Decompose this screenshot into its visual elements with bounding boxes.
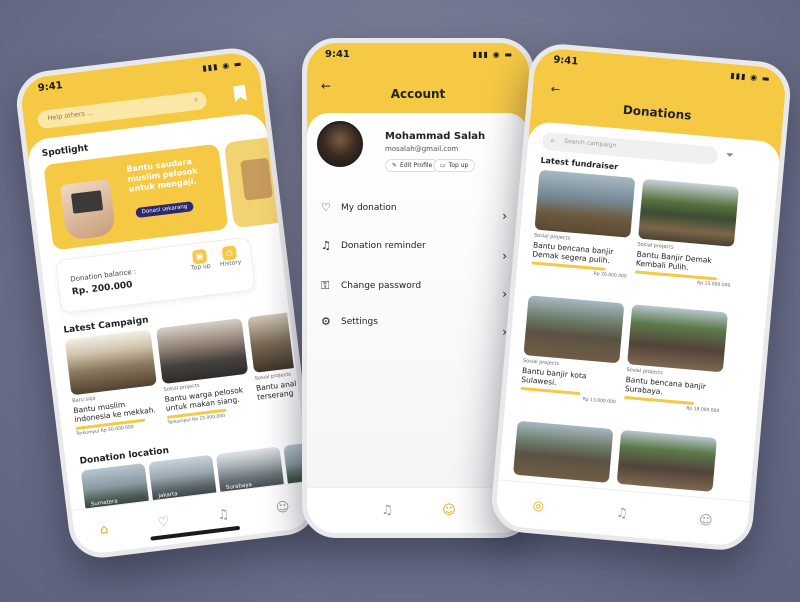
bell-icon[interactable]: ♫ bbox=[211, 503, 236, 528]
menu-settings[interactable]: ⚙ Settings bbox=[321, 313, 515, 333]
status-bar: 9:41 ▮▮▮ ◉ ▬ bbox=[325, 49, 513, 65]
search-placeholder: Search campaign bbox=[563, 137, 617, 150]
campaign-card[interactable]: Baru saja Bantu muslim indonesia ke mekk… bbox=[64, 329, 163, 443]
settings-icon: ⚙ bbox=[321, 315, 331, 328]
menu-change-password[interactable]: ⚿ Change password bbox=[321, 277, 515, 297]
back-icon[interactable]: ← bbox=[550, 82, 560, 96]
user-icon[interactable]: ☺ bbox=[438, 500, 460, 522]
bell-icon: ♫ bbox=[321, 239, 331, 252]
status-icons: ▮▮▮ ◉ ▬ bbox=[729, 70, 771, 84]
user-name: Mohammad Salah bbox=[385, 131, 486, 142]
spotlight-banner-2[interactable] bbox=[223, 135, 294, 229]
heart-icon[interactable]: ♡ bbox=[151, 510, 176, 535]
fundraiser-image bbox=[523, 295, 625, 364]
fundraiser-image[interactable] bbox=[513, 420, 614, 483]
lock-icon: ⚿ bbox=[321, 279, 330, 292]
topup-label: Top up bbox=[448, 162, 469, 169]
search-placeholder: Help others ... bbox=[47, 108, 94, 123]
phone-home: 9:41 ▮▮▮ ◉ ▬ Help others ... ⌕ Spotlight… bbox=[13, 44, 321, 562]
user-icon[interactable]: ☺ bbox=[694, 509, 718, 533]
topup-button[interactable]: ▣ Top up bbox=[186, 248, 214, 272]
balance-value: Rp. 200.000 bbox=[71, 280, 134, 298]
search-icon: ⌕ bbox=[193, 94, 199, 105]
fundraiser-image[interactable] bbox=[616, 429, 717, 492]
book-shape bbox=[70, 190, 104, 214]
status-time: 9:41 bbox=[37, 80, 64, 95]
fundraiser-image bbox=[627, 304, 728, 373]
status-icons: ▮▮▮ ◉ ▬ bbox=[201, 59, 243, 73]
spotlight-title: Spotlight bbox=[41, 143, 89, 160]
page-title: Account bbox=[390, 87, 446, 101]
fundraiser-image bbox=[534, 169, 636, 238]
fundraiser-image bbox=[638, 178, 739, 247]
heart-icon: ♡ bbox=[321, 201, 331, 214]
user-email: mosalah@gmail.com bbox=[385, 145, 459, 153]
campaign-image bbox=[156, 318, 249, 385]
user-icon[interactable]: ☺ bbox=[271, 496, 296, 521]
fundraiser-card[interactable]: Sosial projects Bantu banjir kota Sulawe… bbox=[518, 295, 625, 421]
menu-label: Change password bbox=[341, 281, 422, 291]
menu-label: Donation reminder bbox=[341, 241, 426, 251]
heart-icon[interactable]: ◎ bbox=[526, 494, 550, 518]
status-time: 9:41 bbox=[552, 54, 579, 68]
spotlight-banner[interactable]: Bantu saudara muslim pelosok untuk menga… bbox=[43, 143, 229, 251]
donation-bag-image bbox=[240, 157, 273, 201]
quran-hands-image bbox=[59, 179, 117, 241]
topup-label: Top up bbox=[190, 262, 212, 272]
campaign-card[interactable]: Sosial projects Bantu anak terserang bbox=[247, 312, 300, 420]
latest-fundraiser-title: Latest fundraiser bbox=[540, 155, 619, 172]
campaign-image bbox=[247, 312, 300, 373]
bell-icon[interactable]: ♫ bbox=[376, 500, 398, 522]
menu-donation-reminder[interactable]: ♫ Donation reminder bbox=[321, 237, 515, 257]
filter-icon[interactable]: ⏷ bbox=[725, 150, 734, 162]
status-icons: ▮▮▮ ◉ ▬ bbox=[472, 50, 513, 59]
edit-profile-button[interactable]: ✎ Edit Profile bbox=[385, 159, 440, 172]
chevron-right-icon: › bbox=[502, 249, 507, 263]
edit-icon: ✎ bbox=[392, 162, 398, 169]
chevron-right-icon: › bbox=[502, 209, 507, 223]
history-button[interactable]: ◷ History bbox=[216, 244, 244, 268]
home-icon[interactable]: ⌂ bbox=[92, 518, 117, 543]
campaign-image bbox=[64, 329, 157, 396]
edit-profile-label: Edit Profile bbox=[400, 162, 433, 169]
phone-donations: 9:41 ▮▮▮ ◉ ▬ ← Donations ⌕ Search campai… bbox=[489, 41, 793, 553]
fundraiser-card[interactable]: Sosial projects Bantu bencana banjir Dem… bbox=[529, 169, 636, 296]
fundraiser-card[interactable]: Sosial projects Bantu Banjir Demak Kemba… bbox=[633, 178, 739, 305]
menu-label: Settings bbox=[341, 317, 378, 327]
topup-button[interactable]: ▭ Top up bbox=[433, 159, 476, 172]
balance-card: Donation balance : Rp. 200.000 ▣ Top up … bbox=[54, 236, 257, 314]
search-icon: ⌕ bbox=[549, 135, 556, 145]
donate-now-button[interactable]: Donasi sekarang bbox=[135, 201, 194, 219]
fundraiser-card[interactable]: Sosial projects Bantu bencana banjir Sur… bbox=[622, 304, 728, 430]
history-label: History bbox=[219, 258, 242, 269]
menu-my-donation[interactable]: ♡ My donation bbox=[321, 199, 515, 219]
status-time: 9:41 bbox=[325, 49, 350, 60]
menu-label: My donation bbox=[341, 203, 397, 213]
bell-icon[interactable]: ♫ bbox=[610, 502, 634, 526]
campaign-card[interactable]: Sosial projects Bantu warga pelosok untu… bbox=[156, 318, 254, 432]
chevron-right-icon: › bbox=[502, 287, 507, 301]
avatar[interactable] bbox=[317, 121, 363, 167]
wallet-icon: ▭ bbox=[440, 162, 446, 169]
spotlight-text: Bantu saudara muslim pelosok untuk menga… bbox=[125, 156, 199, 194]
